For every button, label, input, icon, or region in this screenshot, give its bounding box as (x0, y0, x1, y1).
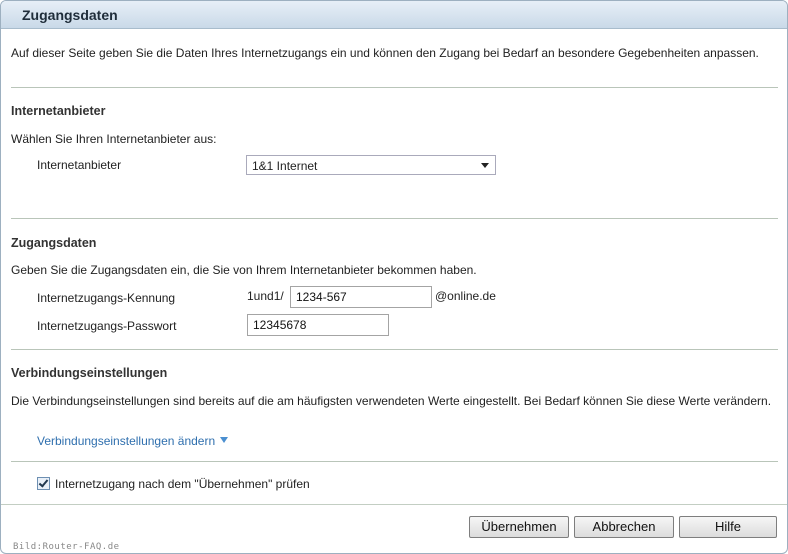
provider-select[interactable]: 1&1 Internet (246, 155, 496, 175)
zugangsdaten-panel: Zugangsdaten Auf dieser Seite geben Sie … (0, 0, 788, 554)
divider (11, 461, 778, 462)
change-connection-settings-label: Verbindungseinstellungen ändern (37, 434, 216, 448)
divider (1, 504, 787, 505)
provider-field-label: Internetanbieter (37, 158, 122, 172)
divider (11, 218, 778, 219)
expand-arrow-icon (220, 437, 229, 443)
login-suffix: @online.de (435, 289, 496, 303)
checkmark-icon (38, 477, 49, 488)
provider-heading: Internetanbieter (11, 104, 106, 118)
change-connection-settings-link[interactable]: Verbindungseinstellungen ändern (37, 434, 229, 448)
check-connection-checkbox[interactable] (37, 477, 50, 490)
access-description: Geben Sie die Zugangsdaten ein, die Sie … (11, 263, 477, 277)
apply-button[interactable]: Übernehmen (469, 516, 569, 538)
divider (11, 349, 778, 350)
watermark: Bild:Router-FAQ.de (13, 542, 120, 552)
intro-text: Auf dieser Seite geben Sie die Daten Ihr… (11, 46, 759, 60)
login-label: Internetzugangs-Kennung (37, 291, 176, 305)
page-title: Zugangsdaten (22, 7, 118, 23)
login-prefix: 1und1/ (247, 289, 284, 303)
login-input[interactable] (290, 286, 432, 308)
access-heading: Zugangsdaten (11, 236, 97, 250)
connection-heading: Verbindungseinstellungen (11, 366, 168, 380)
title-bar: Zugangsdaten (1, 1, 787, 29)
cancel-button[interactable]: Abbrechen (574, 516, 674, 538)
provider-description: Wählen Sie Ihren Internetanbieter aus: (11, 132, 217, 146)
password-label: Internetzugangs-Passwort (37, 319, 177, 333)
chevron-down-icon (481, 163, 489, 168)
connection-description: Die Verbindungseinstellungen sind bereit… (11, 394, 772, 408)
provider-selected-value: 1&1 Internet (252, 159, 318, 173)
help-button[interactable]: Hilfe (679, 516, 777, 538)
password-input[interactable] (247, 314, 389, 336)
check-connection-label: Internetzugang nach dem "Übernehmen" prü… (55, 477, 310, 491)
divider (11, 87, 778, 88)
